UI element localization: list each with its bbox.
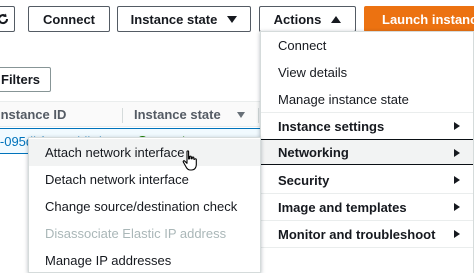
menu-item-label: Monitor and troubleshoot (278, 226, 436, 242)
caret-right-icon (454, 122, 460, 130)
filters-button[interactable]: Filters (0, 67, 51, 92)
column-header-instance-state[interactable]: Instance state (134, 107, 221, 122)
filters-label: Filters (1, 72, 41, 87)
sort-caret-icon[interactable] (237, 112, 245, 118)
menu-item-security[interactable]: Security (261, 167, 473, 193)
submenu-item-label: Disassociate Elastic IP address (45, 226, 227, 241)
menu-item-connect[interactable]: Connect (261, 32, 473, 58)
menu-item-monitor-and-troubleshoot[interactable]: Monitor and troubleshoot (261, 221, 473, 247)
menu-item-instance-settings[interactable]: Instance settings (261, 113, 473, 139)
actions-label: Actions (273, 11, 322, 27)
table-header: Instance ID Instance state (0, 101, 265, 127)
connect-button-label: Connect (43, 11, 95, 27)
hand-pointer-cursor-icon (182, 150, 197, 171)
menu-item-networking[interactable]: Networking (261, 139, 473, 165)
menu-item-image-and-templates[interactable]: Image and templates (261, 194, 473, 220)
menu-item-label: Image and templates (278, 199, 407, 215)
submenu-item-label: Manage IP addresses (45, 253, 172, 268)
ec2-instances-page: Connect Instance state Actions Launch in… (0, 0, 474, 273)
caret-right-icon (454, 230, 460, 238)
submenu-item-disassociate-elastic-ip: Disassociate Elastic IP address (29, 220, 260, 247)
caret-right-icon (454, 203, 460, 211)
menu-divider (261, 247, 473, 248)
menu-item-label: Networking (278, 144, 349, 160)
caret-right-icon (454, 176, 460, 184)
submenu-item-manage-ip-addresses[interactable]: Manage IP addresses (29, 247, 260, 273)
submenu-item-label: Change source/destination check (45, 199, 238, 214)
menu-item-label: Security (278, 172, 330, 188)
menu-item-label: View details (278, 64, 348, 80)
instance-state-label: Instance state (130, 11, 218, 27)
refresh-button[interactable] (0, 6, 15, 32)
submenu-item-detach-network-interface[interactable]: Detach network interface (29, 166, 260, 193)
launch-instances-button[interactable]: Launch instance (364, 6, 474, 32)
menu-item-label: Instance settings (278, 118, 385, 134)
menu-item-manage-instance-state[interactable]: Manage instance state (261, 86, 473, 112)
submenu-item-attach-network-interface[interactable]: Attach network interface (29, 139, 260, 166)
networking-submenu: Attach network interface Detach network … (28, 137, 261, 273)
column-header-instance-id[interactable]: Instance ID (0, 107, 66, 122)
submenu-item-label: Detach network interface (45, 172, 189, 187)
caret-up-icon (331, 15, 342, 23)
menu-item-view-details[interactable]: View details (261, 59, 473, 85)
column-divider[interactable] (122, 108, 123, 123)
submenu-item-label: Attach network interface (45, 145, 185, 160)
launch-instances-label: Launch instance (382, 11, 474, 27)
actions-menu: Connect View details Manage instance sta… (260, 31, 474, 273)
menu-item-label: Connect (278, 37, 327, 53)
submenu-item-change-source-destination-check[interactable]: Change source/destination check (29, 193, 260, 220)
actions-dropdown[interactable]: Actions (259, 6, 356, 32)
connect-button[interactable]: Connect (28, 6, 110, 32)
caret-right-icon (454, 149, 460, 157)
instance-state-dropdown[interactable]: Instance state (117, 6, 251, 32)
caret-down-icon (227, 15, 238, 23)
menu-item-label: Manage instance state (278, 91, 409, 107)
refresh-icon (0, 13, 8, 25)
column-divider[interactable] (258, 108, 259, 123)
